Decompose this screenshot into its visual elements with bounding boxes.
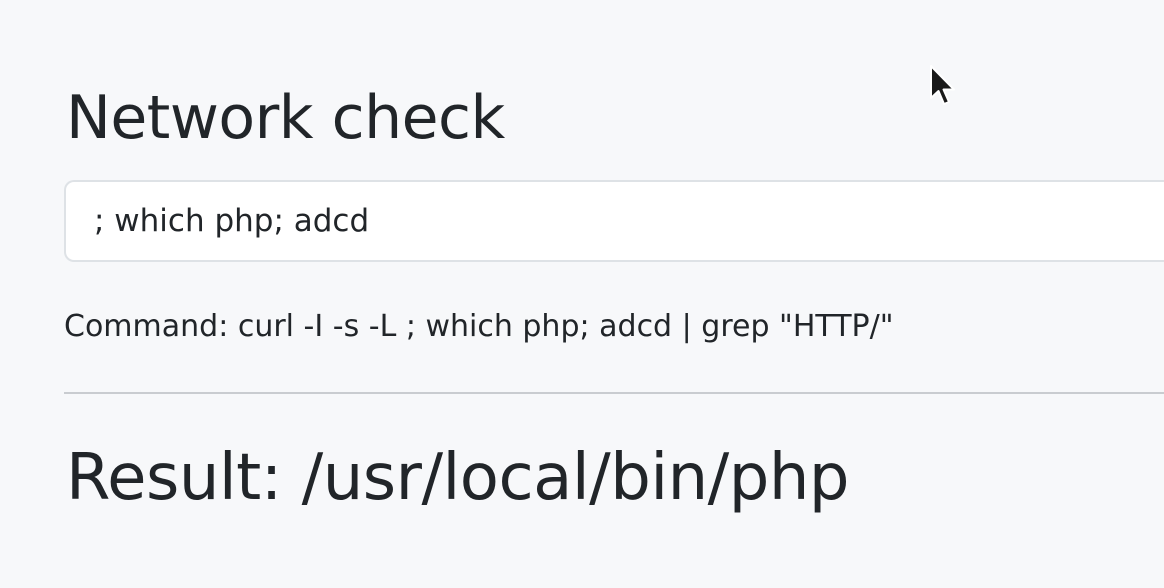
page-title: Network check — [66, 83, 505, 153]
divider — [64, 392, 1164, 394]
result-heading: Result: /usr/local/bin/php — [66, 441, 850, 515]
url-input[interactable] — [64, 180, 1164, 262]
mouse-pointer-icon — [930, 65, 955, 105]
command-text: Command: curl -I -s -L ; which php; adcd… — [64, 309, 894, 344]
